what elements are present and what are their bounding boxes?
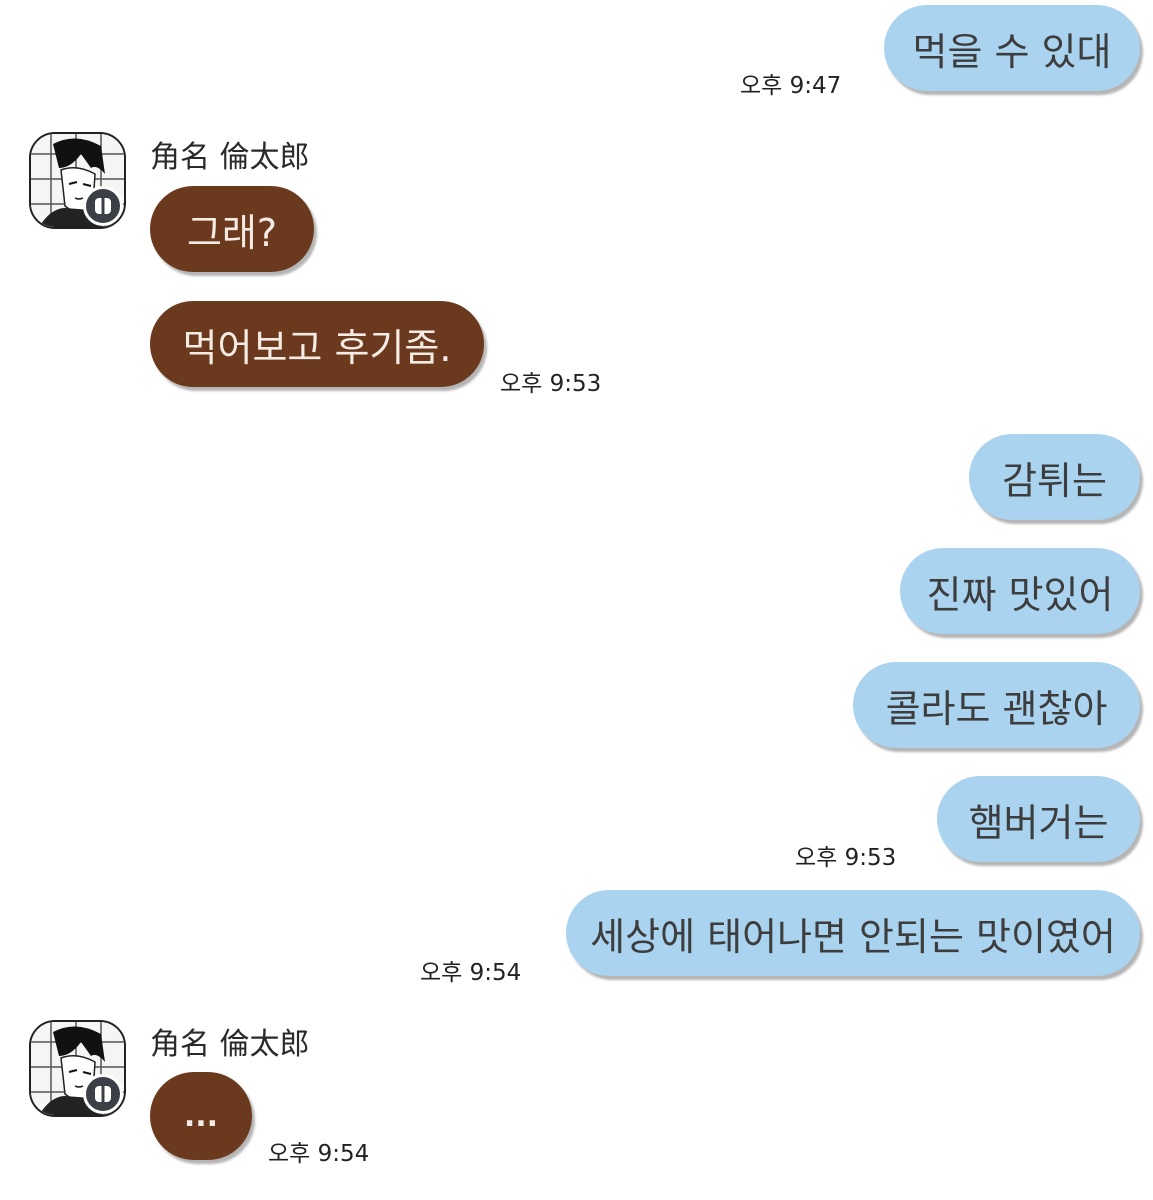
chat-app-badge-icon xyxy=(83,186,123,226)
message-bubble-sent[interactable]: 먹을 수 있대 xyxy=(884,5,1140,91)
chat-app-badge-icon xyxy=(83,1074,123,1114)
message-timestamp: 오후 9:47 xyxy=(740,73,842,99)
sender-name: 角名 倫太郎 xyxy=(150,1027,310,1062)
message-bubble-sent[interactable]: 진짜 맛있어 xyxy=(900,548,1140,634)
message-bubble-received[interactable]: ... xyxy=(150,1072,252,1160)
message-bubble-sent[interactable]: 세상에 태어나면 안되는 맛이였어 xyxy=(566,890,1140,976)
contact-avatar[interactable] xyxy=(29,1020,126,1117)
message-bubble-sent[interactable]: 감튀는 xyxy=(969,434,1140,520)
message-bubble-received[interactable]: 먹어보고 후기좀. xyxy=(150,301,484,387)
message-timestamp: 오후 9:53 xyxy=(500,371,602,397)
message-timestamp: 오후 9:54 xyxy=(268,1141,370,1167)
message-bubble-received[interactable]: 그래? xyxy=(150,186,314,272)
message-bubble-sent[interactable]: 콜라도 괜찮아 xyxy=(853,662,1140,748)
contact-avatar[interactable] xyxy=(29,132,126,229)
message-timestamp: 오후 9:53 xyxy=(795,845,897,871)
sender-name: 角名 倫太郎 xyxy=(150,140,310,175)
message-bubble-sent[interactable]: 햄버거는 xyxy=(937,776,1140,862)
message-timestamp: 오후 9:54 xyxy=(420,960,522,986)
